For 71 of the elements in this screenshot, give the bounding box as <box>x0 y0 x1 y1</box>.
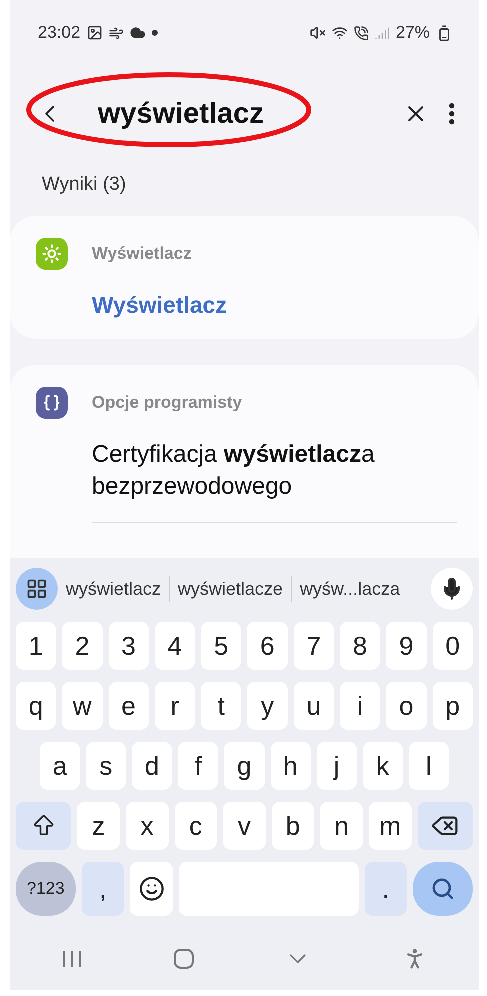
keyboard-key[interactable]: b <box>272 802 314 850</box>
search-key[interactable] <box>413 862 474 916</box>
keyboard-key[interactable]: h <box>270 742 311 790</box>
keyboard-key[interactable]: i <box>340 682 380 730</box>
cloud-icon <box>130 25 146 41</box>
result-title: Certyfikacja wyświetlacza bezprzewodowego <box>92 440 376 502</box>
keyboard-key[interactable]: n <box>320 802 364 850</box>
keyboard-key[interactable]: f <box>178 742 218 790</box>
keyboard-key[interactable]: a <box>40 742 80 790</box>
keyboard-key[interactable]: 0 <box>432 622 473 670</box>
keyboard-key[interactable]: e <box>108 682 149 730</box>
result-title: Wyświetlacz <box>92 291 228 320</box>
emoji-key[interactable] <box>130 862 174 916</box>
dot-icon <box>152 30 158 36</box>
apps-button[interactable] <box>16 568 58 610</box>
keyboard-key[interactable]: 2 <box>62 622 103 670</box>
mute-icon <box>310 25 326 41</box>
keyboard-key[interactable]: l <box>408 742 449 790</box>
symbols-key[interactable]: ?123 <box>16 862 76 916</box>
keyboard-key[interactable]: 5 <box>201 622 242 670</box>
wifi-call-icon <box>354 26 369 40</box>
grid-icon <box>26 578 48 600</box>
signal-icon <box>374 26 390 40</box>
result-card[interactable]: Opcje programisty Certyfikacja wyświetlacza bezprzewodowego <box>10 365 479 558</box>
word-suggestion[interactable]: wyśw...lacza <box>292 578 408 600</box>
microphone-button[interactable] <box>431 568 473 610</box>
keyboard-key[interactable]: m <box>369 802 412 850</box>
keyboard-key[interactable]: 1 <box>16 622 56 670</box>
battery-percent: 27% <box>396 23 430 43</box>
keyboard-key[interactable]: 9 <box>386 622 427 670</box>
home-icon[interactable] <box>172 948 195 970</box>
keyboard-key[interactable]: , <box>82 862 124 916</box>
keyboard-key[interactable]: v <box>223 802 266 850</box>
search-icon <box>431 877 456 901</box>
keyboard-key[interactable]: . <box>364 862 408 916</box>
keyboard-key[interactable]: g <box>224 742 265 790</box>
keyboard-key[interactable]: w <box>62 682 103 730</box>
keyboard-key[interactable]: c <box>174 802 218 850</box>
keyboard-key[interactable]: x <box>126 802 169 850</box>
keyboard-key[interactable]: j <box>316 742 357 790</box>
keyboard-key[interactable]: k <box>362 742 403 790</box>
results-count: Wyniki (3) <box>41 173 128 197</box>
wind-icon <box>108 26 124 40</box>
keyboard-key[interactable]: 4 <box>154 622 196 670</box>
result-card[interactable]: Wyświetlacz Wyświetlacz <box>10 216 479 340</box>
keyboard-key[interactable]: q <box>16 682 56 730</box>
status-time: 23:02 <box>38 23 81 43</box>
image-icon <box>86 25 103 41</box>
keyboard-key[interactable]: y <box>247 682 288 730</box>
keyboard-key[interactable]: s <box>86 742 126 790</box>
keyboard-key[interactable]: u <box>294 682 334 730</box>
keyboard-key[interactable]: 6 <box>247 622 288 670</box>
keyboard-key[interactable]: 3 <box>108 622 149 670</box>
result-category: Wyświetlacz <box>92 244 192 264</box>
recent-apps-icon[interactable] <box>60 949 83 969</box>
keyboard-key[interactable]: t <box>201 682 242 730</box>
wifi-icon <box>332 25 348 41</box>
more-icon <box>449 103 455 125</box>
keyboard-key[interactable]: r <box>154 682 196 730</box>
shift-key[interactable] <box>16 802 72 850</box>
backspace-key[interactable] <box>418 802 474 850</box>
keyboard-key[interactable]: p <box>432 682 473 730</box>
keyboard-key[interactable]: d <box>132 742 172 790</box>
result-category: Opcje programisty <box>92 393 242 414</box>
word-suggestion[interactable]: wyświetlacz <box>58 578 170 600</box>
keyboard-key[interactable]: 7 <box>294 622 334 670</box>
keyboard-key[interactable]: z <box>77 802 120 850</box>
smiley-icon <box>138 876 165 902</box>
word-suggestion[interactable]: wyświetlacze <box>170 578 292 600</box>
keyboard-key[interactable]: 8 <box>340 622 380 670</box>
keyboard-key[interactable]: o <box>386 682 427 730</box>
